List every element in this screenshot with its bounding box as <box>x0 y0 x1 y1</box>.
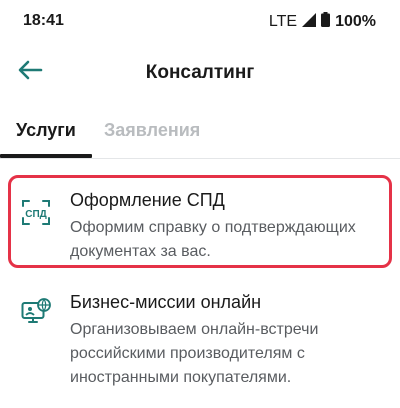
service-description: Организовываем онлайн-встречи российским… <box>70 321 319 386</box>
service-title: Бизнес-миссии онлайн <box>70 292 262 312</box>
tab-bar: Услуги Заявления <box>0 112 400 158</box>
service-title: Оформление СПД <box>70 190 225 210</box>
tab-applications[interactable]: Заявления <box>104 120 200 141</box>
page-title: Консалтинг <box>145 62 255 83</box>
status-time: 18:41 <box>23 12 64 29</box>
service-description: Оформим справку о подтверждающих докумен… <box>70 219 356 260</box>
service-item-business-missions[interactable]: Бизнес-миссии онлайн Организовываем онла… <box>8 282 392 392</box>
tab-services[interactable]: Услуги <box>16 120 76 141</box>
network-type: LTE <box>268 13 298 30</box>
app-bar: Консалтинг <box>0 50 400 98</box>
battery-icon <box>321 12 331 32</box>
spd-document-icon: СПД <box>21 198 51 228</box>
status-indicators: LTE 100% <box>269 12 376 32</box>
online-meeting-globe-icon <box>21 298 51 328</box>
service-item-spd[interactable]: СПД Оформление СПД Оформим справку о под… <box>8 175 392 268</box>
status-bar: 18:41 LTE 100% <box>0 0 400 44</box>
spd-icon-text: СПД <box>25 209 47 220</box>
signal-icon <box>302 12 317 32</box>
battery-percent: 100% <box>335 13 376 30</box>
tabs-divider <box>0 158 400 159</box>
